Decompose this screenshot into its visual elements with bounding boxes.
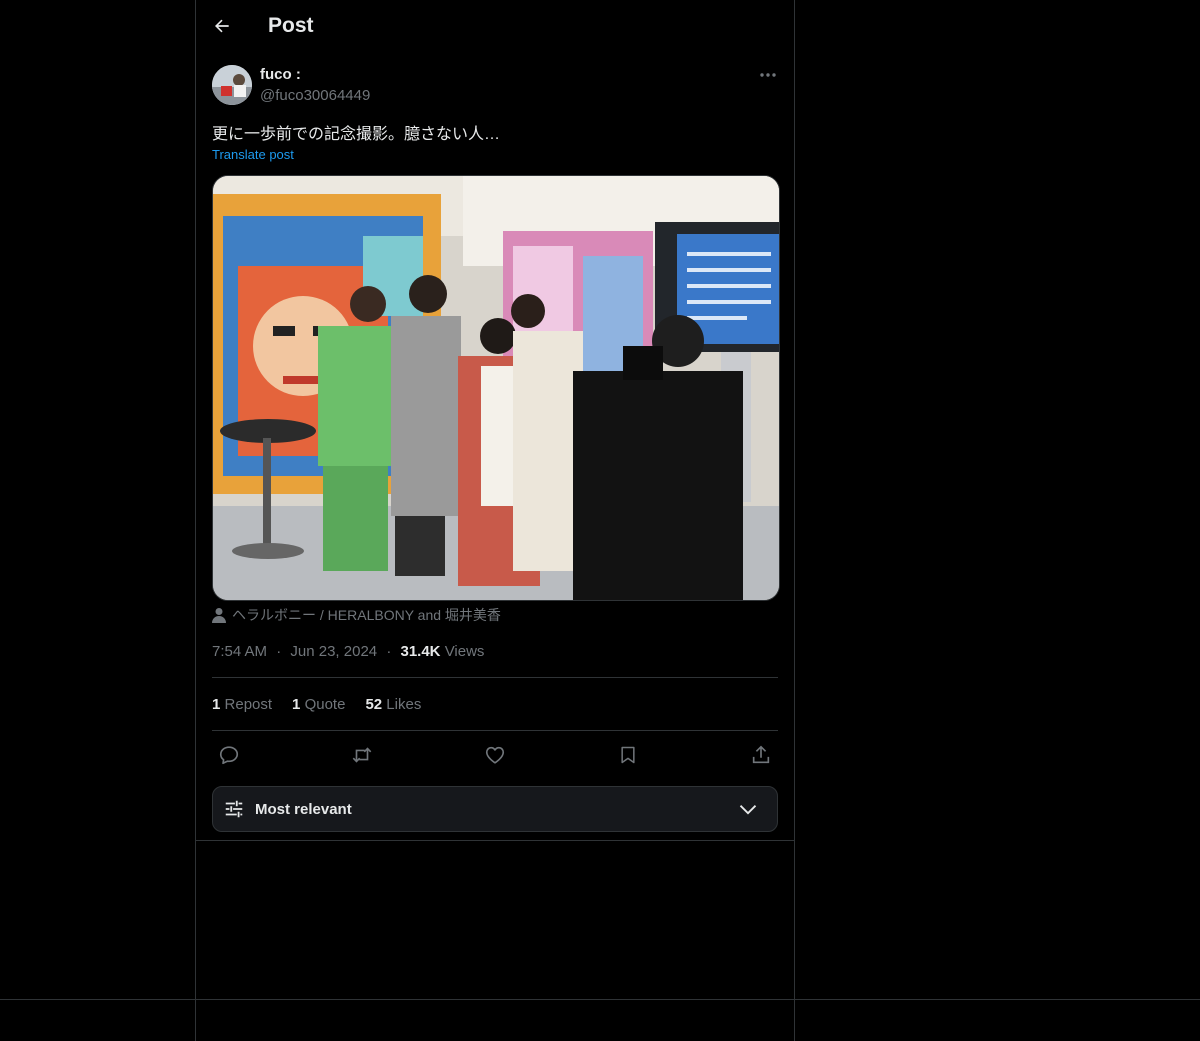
arrow-left-icon xyxy=(215,19,229,33)
avatar-image xyxy=(212,65,252,105)
meta-separator: · xyxy=(276,643,282,660)
back-button[interactable] xyxy=(208,12,236,40)
reply-button[interactable] xyxy=(212,738,246,772)
meta-separator: · xyxy=(386,643,392,660)
post-time[interactable]: 7:54 AM xyxy=(212,643,267,660)
stats-top-divider xyxy=(212,677,778,678)
person-icon xyxy=(212,608,226,623)
top-bar: Post xyxy=(196,0,794,53)
views-count: 31.4K xyxy=(400,643,441,660)
post-stats: 1 Repost 1 Quote 52 Likes xyxy=(212,696,421,713)
reposts-stat[interactable]: 1 Repost xyxy=(212,696,272,713)
repost-button[interactable] xyxy=(345,738,379,772)
likes-stat[interactable]: 52 Likes xyxy=(365,696,421,713)
share-button[interactable] xyxy=(744,738,778,772)
likes-label: Likes xyxy=(386,696,422,713)
chevron-down-icon xyxy=(739,805,757,815)
quotes-stat[interactable]: 1 Quote xyxy=(292,696,345,713)
like-button[interactable] xyxy=(478,738,512,772)
heart-icon xyxy=(485,746,505,764)
share-icon xyxy=(752,745,770,764)
author-name[interactable]: fuco : xyxy=(260,66,301,83)
reply-sort-dropdown[interactable]: Most relevant xyxy=(212,786,778,832)
page-title: Post xyxy=(268,14,314,37)
post-text: 更に一歩前での記念撮影。臆さない人… xyxy=(212,126,501,143)
quotes-count: 1 xyxy=(292,696,301,713)
bottom-divider xyxy=(0,999,1200,1000)
author-handle[interactable]: @fuco30064449 xyxy=(260,87,370,104)
avatar[interactable] xyxy=(212,65,252,105)
translate-post-link[interactable]: Translate post xyxy=(212,147,294,162)
post-photo[interactable] xyxy=(212,175,780,601)
reply-icon xyxy=(219,746,239,765)
action-bar xyxy=(212,738,778,772)
right-column-border xyxy=(794,0,795,1041)
reposts-label: Repost xyxy=(224,696,273,713)
stats-bottom-divider xyxy=(212,730,778,731)
exhibition-photo xyxy=(213,176,779,600)
replies-divider xyxy=(196,840,794,841)
media-tags[interactable]: ヘラルボニー / HERALBONY and 堀井美香 xyxy=(212,605,501,625)
likes-count: 52 xyxy=(365,696,383,713)
left-column-border xyxy=(195,0,196,1041)
post-date[interactable]: Jun 23, 2024 xyxy=(290,643,377,660)
more-options-button[interactable] xyxy=(756,64,780,86)
sort-label: Most relevant xyxy=(255,800,352,818)
post-meta: 7:54 AM · Jun 23, 2024 · 31.4K Views xyxy=(212,643,484,660)
bookmark-icon xyxy=(621,746,635,764)
sliders-icon xyxy=(223,798,245,820)
more-dots-icon xyxy=(760,73,776,77)
quotes-label: Quote xyxy=(304,696,346,713)
media-tags-label: ヘラルボニー / HERALBONY and 堀井美香 xyxy=(232,607,501,623)
views-label: Views xyxy=(444,643,485,660)
repost-icon xyxy=(352,747,372,763)
bookmark-button[interactable] xyxy=(611,738,645,772)
reposts-count: 1 xyxy=(212,696,221,713)
